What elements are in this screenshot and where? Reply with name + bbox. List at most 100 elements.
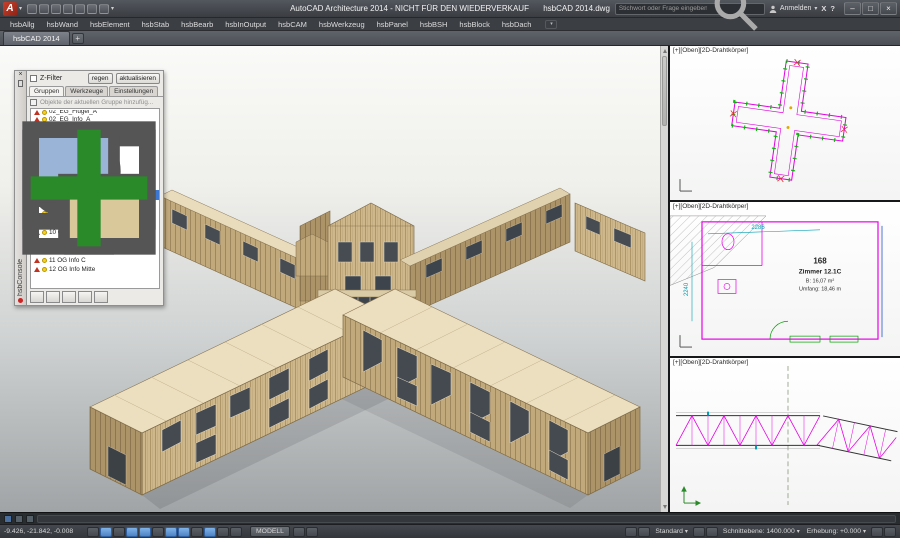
tab-hsbinoutput[interactable]: hsbInOutput [219,18,272,31]
command-input[interactable] [37,515,896,523]
lock-icon[interactable] [693,527,705,537]
tab-hsbwand[interactable]: hsbWand [41,18,84,31]
command-line [0,512,900,524]
lwt-toggle[interactable] [204,527,216,537]
tab-hsbdach[interactable]: hsbDach [496,18,538,31]
status-toggles [87,527,242,537]
room-name: Zimmer 12.1C [799,269,842,276]
dimension-top: 2286 [751,225,765,231]
tab-hsbelement[interactable]: hsbElement [84,18,136,31]
new-drawing-tab-button[interactable]: + [72,33,84,44]
tab-hsbbsh[interactable]: hsbBSH [414,18,454,31]
minimize-button[interactable]: – [844,2,861,15]
settings-gear-icon[interactable] [871,527,883,537]
ucs-icon [682,487,700,505]
qp-toggle[interactable] [230,527,242,537]
viewport-label[interactable]: [+][Oben][2D-Drahtkörper] [673,203,748,210]
ribbon-tab-bar: hsbAllg hsbWand hsbElement hsbStab hsbBe… [0,18,900,31]
redo-button[interactable] [99,4,109,14]
quick-access-toolbar: ▾ [27,4,114,14]
open-button[interactable] [39,4,49,14]
cleanscreen-icon[interactable] [884,527,896,537]
workspace-caret-icon: ▾ [685,529,688,535]
exchange-apps-icon[interactable]: X [821,4,826,13]
snap-toggle[interactable] [87,527,99,537]
signin-button[interactable]: Anmelden ▾ [769,5,818,13]
tab-hsbblock[interactable]: hsbBlock [453,18,495,31]
dimension-left: 2240 [684,282,690,296]
autocad-window: A ▾ ▾ AutoCAD Architecture 2014 - NICHT … [0,0,900,538]
tab-hsbstab[interactable]: hsbStab [136,18,176,31]
annotation-visibility-icon[interactable] [638,527,650,537]
quickview-drawings-icon[interactable] [306,527,318,537]
workspace-switcher[interactable]: Standard ▾ [653,528,690,535]
viewport-room-detail[interactable]: [+][Oben][2D-Drahtkörper] [670,202,900,356]
tpy-toggle[interactable] [217,527,229,537]
quickview-layouts-icon[interactable] [293,527,305,537]
saveas-button[interactable] [63,4,73,14]
room-number: 168 [813,257,827,266]
drawing-area: × hsbConsole Z-Filter regen aktualisiere… [0,46,900,512]
ortho-toggle[interactable] [113,527,125,537]
isolate-objects-icon[interactable] [706,527,718,537]
restore-button[interactable]: □ [862,2,879,15]
cut-plane-label: Schnittebene: 1400.000 [723,528,795,535]
scrollbar-thumb[interactable] [662,56,667,126]
ucs-icon [680,179,692,191]
search-icon[interactable] [710,0,761,34]
3dosnap-toggle[interactable] [152,527,164,537]
viewport-label[interactable]: [+][Oben][2D-Drahtkörper] [673,359,748,366]
ucs-icon [680,335,692,347]
help-icon[interactable]: ? [830,4,835,13]
close-button[interactable]: × [880,2,897,15]
vertical-scrollbar[interactable] [660,46,668,512]
command-recent-icon[interactable] [15,515,23,523]
tab-hsbbearb[interactable]: hsbBearb [175,18,219,31]
tab-hsbpanel[interactable]: hsbPanel [371,18,414,31]
command-options-icon[interactable] [26,515,34,523]
file-tab-active[interactable]: hsbCAD 2014 [3,31,70,45]
document-name: hsbCAD 2014.dwg [543,4,610,13]
command-customize-icon[interactable] [4,515,12,523]
cut-plane-caret-icon: ▾ [797,529,800,535]
new-button[interactable] [27,4,37,14]
undo-button[interactable] [87,4,97,14]
viewport-plan-overview[interactable]: [+][Oben][2D-Drahtkörper] [670,46,900,200]
ribbon-minimize-icon[interactable]: ▾ [545,20,557,29]
tab-hsbwerkzeug[interactable]: hsbWerkzeug [313,18,371,31]
room-perimeter: Umfang: 18,46 m [799,286,842,292]
osnap-toggle[interactable] [139,527,151,537]
scroll-up-icon[interactable] [663,49,667,53]
otrack-toggle[interactable] [165,527,177,537]
tab-hsballg[interactable]: hsbAllg [4,18,41,31]
viewport-section[interactable]: [+][Oben][2D-Drahtkörper] [670,358,900,512]
main-3d-viewport[interactable]: × hsbConsole Z-Filter regen aktualisiere… [0,46,670,512]
plot-button[interactable] [75,4,85,14]
file-tab-bar: hsbCAD 2014 + [0,31,900,46]
ducs-toggle[interactable] [178,527,190,537]
qat-dropdown-icon[interactable]: ▾ [111,6,114,12]
autocad-logo-icon[interactable]: A [3,2,17,16]
elevation-control[interactable]: Erhebung: +0.000 ▾ [805,528,868,535]
annotation-scale-icon[interactable] [625,527,637,537]
add-tool-button[interactable] [94,291,108,303]
app-menu-caret-icon[interactable]: ▾ [19,6,22,12]
tab-hsbcam[interactable]: hsbCAM [272,18,313,31]
dyn-toggle[interactable] [191,527,203,537]
signin-caret-icon: ▾ [814,6,817,12]
viewport-label[interactable]: [+][Oben][2D-Drahtkörper] [673,47,748,54]
room-detail-drawing: 2286 2240 168 Zimmer 12.1C B: 16,07 m² U… [670,202,900,356]
search-input[interactable] [619,5,707,12]
model-space-button[interactable]: MODELL [250,526,290,537]
coordinates-readout: -9.426, -21.842, -0.008 [4,528,84,535]
signin-label: Anmelden [780,5,812,12]
elevation-caret-icon: ▾ [863,529,866,535]
window-controls: – □ × [843,2,897,15]
cut-plane-control[interactable]: Schnittebene: 1400.000 ▾ [721,528,802,535]
scroll-down-icon[interactable] [663,505,667,509]
grid-toggle[interactable] [100,527,112,537]
app-title: AutoCAD Architecture 2014 - NICHT FÜR DE… [290,4,529,13]
polar-toggle[interactable] [126,527,138,537]
save-button[interactable] [51,4,61,14]
elevation-label: Erhebung: +0.000 [807,528,861,535]
